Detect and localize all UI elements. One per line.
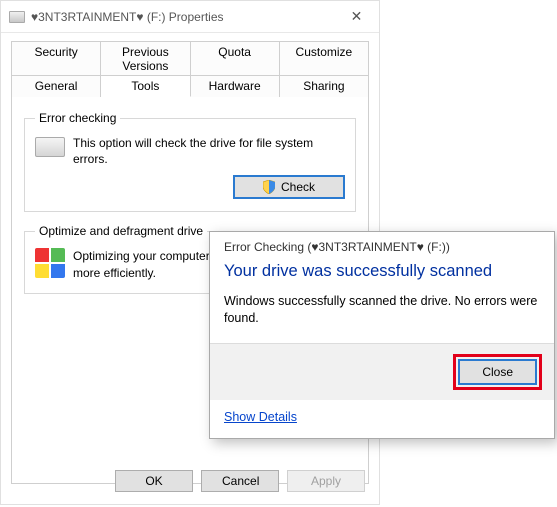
- check-button-label: Check: [281, 180, 315, 194]
- properties-footer: OK Cancel Apply: [115, 470, 365, 492]
- close-icon[interactable]: ✕: [334, 2, 379, 32]
- drive-icon: [35, 137, 65, 157]
- cancel-button[interactable]: Cancel: [201, 470, 279, 492]
- tab-tools[interactable]: Tools: [101, 75, 190, 97]
- drive-icon: [9, 11, 25, 23]
- tab-general[interactable]: General: [11, 75, 101, 97]
- error-checking-desc: This option will check the drive for fil…: [73, 135, 345, 167]
- tab-security[interactable]: Security: [11, 41, 101, 76]
- tab-quota[interactable]: Quota: [191, 41, 280, 76]
- show-details-link[interactable]: Show Details: [210, 400, 554, 438]
- error-checking-dialog: Error Checking (♥3NT3RTAINMENT♥ (F:)) Yo…: [209, 231, 555, 439]
- tab-hardware[interactable]: Hardware: [191, 75, 280, 97]
- error-checking-group: Error checking This option will check th…: [24, 111, 356, 212]
- highlight-annotation: Close: [453, 354, 542, 390]
- window-title: ♥3NT3RTAINMENT♥ (F:) Properties: [31, 10, 334, 24]
- error-checking-legend: Error checking: [35, 111, 120, 125]
- defrag-icon: [35, 248, 65, 278]
- tab-previous-versions[interactable]: Previous Versions: [101, 41, 190, 76]
- ok-button[interactable]: OK: [115, 470, 193, 492]
- apply-button: Apply: [287, 470, 365, 492]
- titlebar: ♥3NT3RTAINMENT♥ (F:) Properties ✕: [1, 1, 379, 33]
- check-button[interactable]: Check: [233, 175, 345, 199]
- tab-customize[interactable]: Customize: [280, 41, 369, 76]
- shield-icon: [263, 180, 275, 194]
- dialog-title: Error Checking (♥3NT3RTAINMENT♥ (F:)): [210, 232, 554, 256]
- optimize-legend: Optimize and defragment drive: [35, 224, 207, 238]
- dialog-heading: Your drive was successfully scanned: [210, 256, 554, 287]
- tab-sharing[interactable]: Sharing: [280, 75, 369, 97]
- close-button[interactable]: Close: [458, 359, 537, 385]
- dialog-button-bar: Close: [210, 343, 554, 400]
- dialog-body: Windows successfully scanned the drive. …: [210, 287, 554, 343]
